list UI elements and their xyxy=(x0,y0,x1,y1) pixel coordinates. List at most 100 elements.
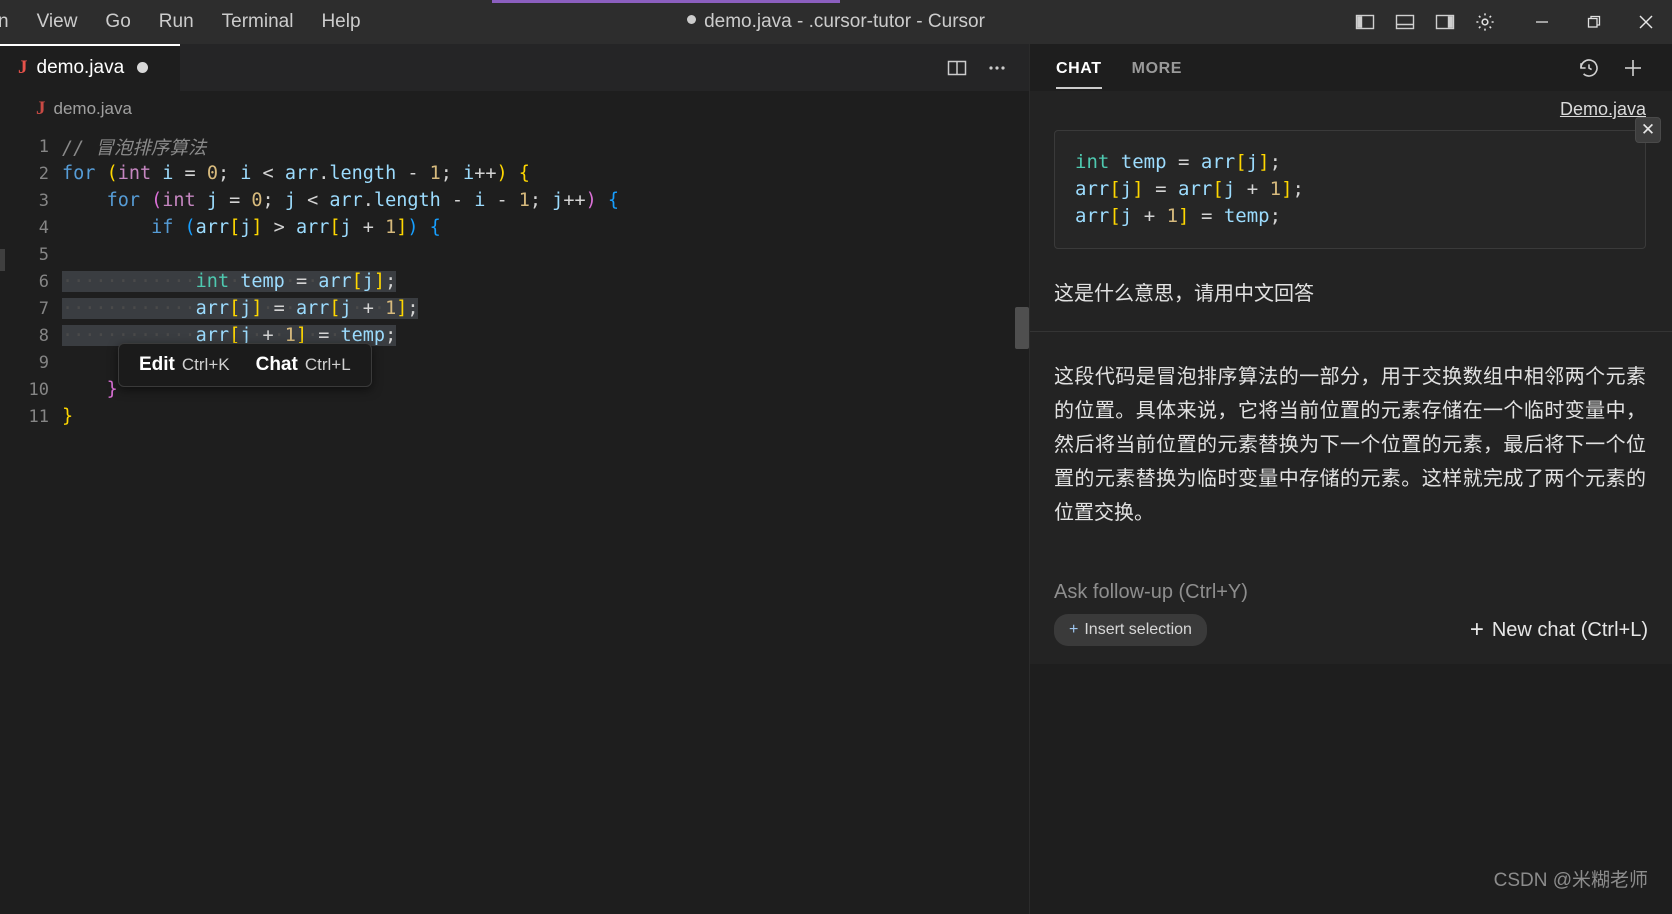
chat-label: Chat xyxy=(255,354,298,375)
menu-item-run[interactable]: Run xyxy=(145,7,208,37)
line-number: 4 xyxy=(38,217,49,238)
line-number: 10 xyxy=(28,379,49,400)
code-line-content: for (int i = 0; i < arr.length - 1; i++)… xyxy=(62,163,530,184)
chat-assistant-answer: 这段代码是冒泡排序算法的一部分，用于交换数组中相邻两个元素的位置。具体来说，它将… xyxy=(1054,366,1646,524)
code-line: 4 if (arr[j] > arr[j + 1]) { xyxy=(0,214,1029,241)
line-number: 8 xyxy=(38,325,49,346)
menu-item-go[interactable]: Go xyxy=(91,7,144,37)
gear-icon[interactable] xyxy=(1468,5,1502,39)
breadcrumb-label: demo.java xyxy=(53,99,132,118)
breadcrumb[interactable]: J demo.java xyxy=(0,91,1029,127)
more-actions-icon[interactable] xyxy=(981,52,1013,84)
title-bar: n View Go Run Terminal Help demo.java - … xyxy=(0,0,1672,44)
context-file-row: Demo.java xyxy=(1030,91,1672,124)
code-line-content: ············int·temp·=·arr[j]; xyxy=(62,271,397,292)
close-icon[interactable] xyxy=(1620,0,1672,44)
toggle-panel-icon[interactable] xyxy=(1388,5,1422,39)
new-chat-button[interactable]: + New chat (Ctrl+L) xyxy=(1470,618,1648,642)
code-brace: } xyxy=(62,406,74,427)
code-line-content xyxy=(62,244,73,265)
code-editor[interactable]: 1 // 冒泡排序算法 2 for (int i = 0; i < arr.le… xyxy=(0,127,1029,914)
chat-action-row: + Insert selection + New chat (Ctrl+L) xyxy=(1030,612,1672,664)
code-line-content: // 冒泡排序算法 xyxy=(62,134,206,160)
breadcrumb-java-icon: J xyxy=(36,98,46,119)
menu-item-terminal[interactable]: Terminal xyxy=(208,7,308,37)
edit-shortcut: Ctrl+K xyxy=(181,355,230,374)
java-icon: J xyxy=(18,56,28,78)
code-comment: // 冒泡排序算法 xyxy=(62,137,207,159)
tab-label: demo.java xyxy=(36,56,125,78)
menu-item-view[interactable]: View xyxy=(23,7,92,37)
minimize-icon[interactable] xyxy=(1516,0,1568,44)
chat-input-area: Ask follow-up (Ctrl+Y) + Insert selectio… xyxy=(1030,561,1672,664)
tab-demo-java[interactable]: J demo.java xyxy=(0,44,181,91)
code-block-line: arr[j] = arr[j + 1]; xyxy=(1075,178,1304,200)
edit-action[interactable]: Edit Ctrl+K xyxy=(139,354,230,376)
code-line: 3 for (int j = 0; j < arr.length - i - 1… xyxy=(0,187,1029,214)
watermark: CSDN @米糊老师 xyxy=(1493,870,1648,891)
chat-header-actions xyxy=(1574,53,1648,83)
code-line-content: } xyxy=(62,379,118,400)
insert-selection-button[interactable]: + Insert selection xyxy=(1054,614,1207,646)
line-number: 2 xyxy=(38,163,49,184)
line-number: 3 xyxy=(38,190,49,211)
close-icon[interactable]: ✕ xyxy=(1635,117,1661,143)
editor-tab-bar: J demo.java xyxy=(0,44,1029,91)
history-icon[interactable] xyxy=(1574,53,1604,83)
code-block-line: arr[j + 1] = temp; xyxy=(1075,205,1282,227)
chat-shortcut: Ctrl+L xyxy=(304,355,351,374)
window-title-text: demo.java - .cursor-tutor - Cursor xyxy=(704,11,985,32)
chat-conversation: Demo.java ✕ int temp = arr[j]; arr[j] = … xyxy=(1030,91,1672,561)
code-line-selected: 6 ············int·temp·=·arr[j]; xyxy=(0,268,1029,295)
plus-icon: + xyxy=(1069,621,1079,638)
split-editor-icon[interactable] xyxy=(941,52,973,84)
chat-code-context-block: ✕ int temp = arr[j]; arr[j] = arr[j + 1]… xyxy=(1054,117,1661,249)
context-file-link[interactable]: Demo.java xyxy=(1560,99,1646,119)
line-number: 5 xyxy=(38,244,49,265)
editor-area: J demo.java J demo.java 1 // 冒泡排序算法 2 fo… xyxy=(0,44,1029,914)
line-number: 7 xyxy=(38,298,49,319)
cursor-editor-window: n View Go Run Terminal Help demo.java - … xyxy=(0,0,1672,914)
code-line: 11 } xyxy=(0,403,1029,430)
layout-controls xyxy=(1348,5,1502,39)
code-line: 2 for (int i = 0; i < arr.length - 1; i+… xyxy=(0,160,1029,187)
chat-empty-space: CSDN @米糊老师 xyxy=(1030,664,1672,914)
title-bar-right xyxy=(1348,0,1672,44)
new-chat-plus-icon[interactable] xyxy=(1618,53,1648,83)
code-line: 1 // 冒泡排序算法 xyxy=(0,133,1029,160)
editor-tab-actions xyxy=(941,44,1029,91)
menu-item-clipped[interactable]: n xyxy=(0,7,23,37)
unsaved-indicator-icon xyxy=(687,15,697,25)
line-number: 9 xyxy=(38,352,49,373)
window-controls xyxy=(1516,0,1672,44)
tab-more[interactable]: MORE xyxy=(1132,47,1182,89)
line-number: 6 xyxy=(38,271,49,292)
toggle-secondary-sidebar-icon[interactable] xyxy=(1428,5,1462,39)
line-number: 11 xyxy=(28,406,49,427)
inline-ai-keybinding-widget: Edit Ctrl+K Chat Ctrl+L xyxy=(118,343,372,387)
tab-chat[interactable]: CHAT xyxy=(1056,47,1102,89)
ai-chat-panel: CHAT MORE Demo.java ✕ int temp = arr[j];… xyxy=(1029,44,1672,914)
code-line: 5 xyxy=(0,241,1029,268)
chat-user-question: 这是什么意思，请用中文回答 xyxy=(1054,283,1314,305)
chat-action[interactable]: Chat Ctrl+L xyxy=(256,354,351,376)
code-line-selected: 7 ············arr[j]·=·arr[j·+·1]; xyxy=(0,295,1029,322)
code-line-content: ············arr[j]·=·arr[j·+·1]; xyxy=(62,298,419,319)
maximize-icon[interactable] xyxy=(1568,0,1620,44)
insert-selection-label: Insert selection xyxy=(1084,621,1192,638)
toggle-primary-sidebar-icon[interactable] xyxy=(1348,5,1382,39)
code-brace: } xyxy=(106,379,118,400)
code-line-content: } xyxy=(62,406,73,427)
menu-bar: n View Go Run Terminal Help xyxy=(0,0,375,44)
code-line-content: if (arr[j] > arr[j + 1]) { xyxy=(151,217,441,238)
chat-divider xyxy=(1030,331,1672,332)
tab-dirty-indicator-icon[interactable] xyxy=(137,62,149,73)
code-line-content: for (int j = 0; j < arr.length - i - 1; … xyxy=(106,190,620,211)
new-chat-label: New chat (Ctrl+L) xyxy=(1491,618,1648,641)
chat-followup-input[interactable]: Ask follow-up (Ctrl+Y) xyxy=(1030,561,1672,612)
title-accent-bar xyxy=(492,0,840,3)
menu-item-help[interactable]: Help xyxy=(307,7,374,37)
plus-icon: + xyxy=(1469,616,1484,643)
line-number: 1 xyxy=(38,136,49,157)
chat-panel-header: CHAT MORE xyxy=(1030,44,1672,91)
